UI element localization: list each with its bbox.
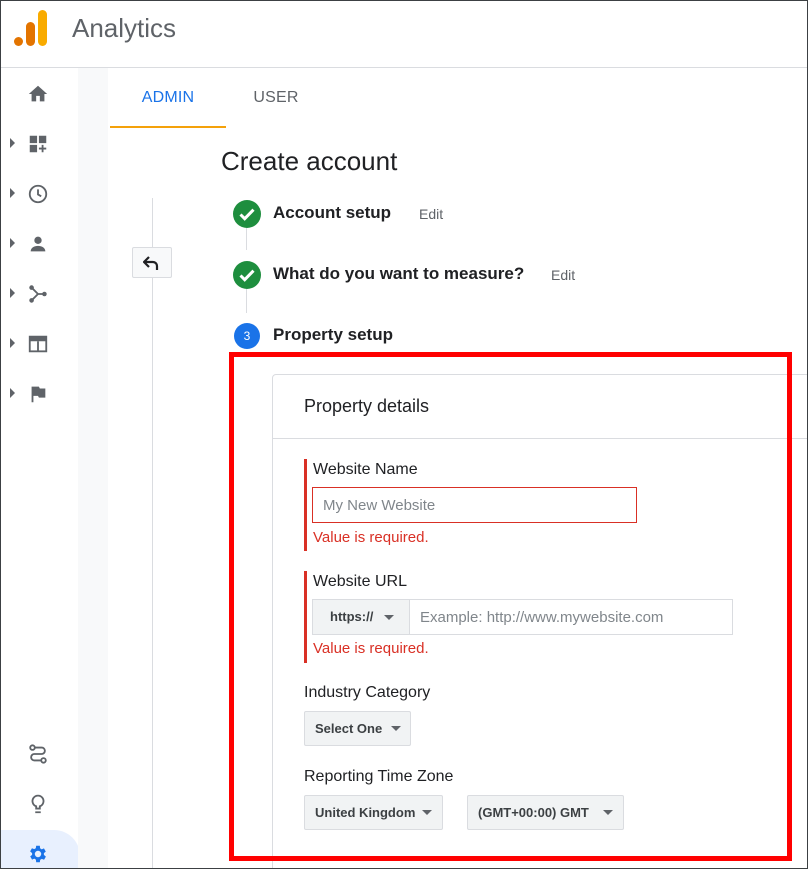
step-label: Account setup: [273, 203, 392, 222]
sidebar-item-admin[interactable]: [0, 834, 78, 869]
back-button[interactable]: [132, 247, 172, 278]
industry-category-label: Industry Category: [304, 684, 431, 701]
app-title: Analytics: [72, 13, 177, 43]
dropdown-arrow-icon: [391, 726, 401, 731]
step-label: Property setup: [273, 325, 393, 344]
error-indicator: [304, 459, 307, 551]
time-zone-label: Reporting Time Zone: [304, 768, 454, 785]
behavior-icon: [28, 335, 48, 353]
industry-category-select[interactable]: Select One: [304, 711, 411, 746]
sidebar-item-acquisition[interactable]: [0, 274, 78, 314]
expand-caret-icon: [10, 288, 15, 298]
expand-caret-icon: [10, 188, 15, 198]
dropdown-arrow-icon: [422, 810, 432, 815]
page-title: Create account: [221, 146, 398, 176]
step-label: What do you want to measure?: [273, 264, 525, 283]
check-circle-icon: [233, 261, 261, 289]
column-divider: [152, 198, 153, 869]
protocol-value: https://: [330, 609, 374, 624]
person-icon: [30, 236, 46, 252]
website-url-input[interactable]: [409, 599, 733, 635]
tab-admin[interactable]: ADMIN: [110, 68, 226, 128]
admin-user-tabs: ADMIN USER: [108, 68, 808, 128]
website-name-error: Value is required.: [313, 529, 429, 546]
time-zone-country-value: United Kingdom: [315, 805, 416, 820]
step-connector: [246, 289, 247, 313]
check-circle-icon: [233, 200, 261, 228]
sidebar-item-realtime[interactable]: [0, 174, 78, 214]
analytics-logo: [14, 10, 47, 46]
website-name-input[interactable]: [312, 487, 637, 523]
industry-category-value: Select One: [315, 721, 383, 736]
step-connector: [246, 228, 247, 250]
sidebar-item-discover[interactable]: [0, 784, 78, 824]
tab-user[interactable]: USER: [226, 68, 326, 128]
sidebar-item-behavior[interactable]: [0, 324, 78, 364]
sidebar-item-audience[interactable]: [0, 224, 78, 264]
time-zone-value: (GMT+00:00) GMT: [478, 805, 589, 820]
expand-caret-icon: [10, 388, 15, 398]
gear-icon: [30, 845, 46, 863]
step-number-badge: 3: [234, 323, 260, 349]
expand-caret-icon: [10, 338, 15, 348]
dropdown-arrow-icon: [384, 615, 394, 620]
sidebar-item-customization[interactable]: [0, 124, 78, 164]
protocol-select[interactable]: https://: [312, 599, 410, 635]
sidebar-gutter: [78, 68, 108, 869]
time-zone-country-select[interactable]: United Kingdom: [304, 795, 443, 830]
acquisition-icon: [29, 285, 47, 303]
expand-caret-icon: [10, 138, 15, 148]
dropdown-arrow-icon: [603, 810, 613, 815]
flag-icon: [31, 385, 46, 403]
home-icon: [28, 85, 48, 102]
app-header: Analytics: [0, 0, 808, 68]
website-url-label: Website URL: [313, 573, 407, 590]
card-divider: [273, 438, 808, 439]
edit-measure-link[interactable]: Edit: [551, 267, 575, 283]
route-icon: [29, 744, 47, 764]
sidebar-item-home[interactable]: [0, 74, 78, 114]
website-name-label: Website Name: [313, 461, 418, 478]
card-title: Property details: [304, 396, 430, 416]
time-zone-select[interactable]: (GMT+00:00) GMT: [467, 795, 624, 830]
dashboard-customize-icon: [29, 135, 47, 153]
sidebar-item-conversions[interactable]: [0, 374, 78, 414]
lightbulb-icon: [31, 794, 45, 814]
error-indicator: [304, 571, 307, 663]
sidebar-item-attribution[interactable]: [0, 734, 78, 774]
edit-account-setup-link[interactable]: Edit: [419, 206, 443, 222]
website-url-error: Value is required.: [313, 640, 429, 657]
clock-icon: [28, 184, 48, 204]
back-arrow-icon: [143, 256, 159, 270]
expand-caret-icon: [10, 238, 15, 248]
